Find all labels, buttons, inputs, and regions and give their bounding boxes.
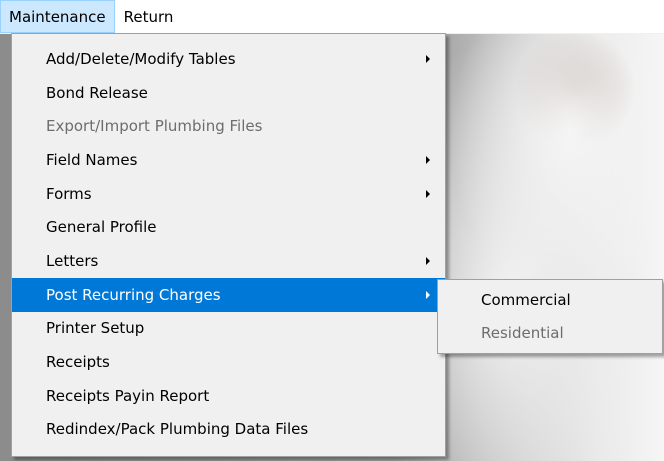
menu-item-export-import-plumbing-files: Export/Import Plumbing Files bbox=[12, 109, 445, 143]
menu-item-label: Add/Delete/Modify Tables bbox=[46, 49, 236, 68]
menu-item-forms[interactable]: Forms bbox=[12, 177, 445, 211]
menu-item-printer-setup[interactable]: Printer Setup bbox=[12, 312, 445, 346]
menu-item-label: Printer Setup bbox=[46, 319, 145, 338]
menu-item-add-delete-modify-tables[interactable]: Add/Delete/Modify Tables bbox=[12, 42, 445, 76]
menu-item-label: Redindex/Pack Plumbing Data Files bbox=[46, 420, 309, 439]
menu-return[interactable]: Return bbox=[115, 0, 183, 33]
menu-item-label: Receipts Payin Report bbox=[46, 386, 210, 405]
menu-item-field-names[interactable]: Field Names bbox=[12, 143, 445, 177]
maintenance-dropdown: Add/Delete/Modify Tables Bond Release Ex… bbox=[11, 33, 446, 457]
submenu-arrow-icon bbox=[426, 155, 430, 164]
menu-item-label: Letters bbox=[46, 251, 99, 270]
menu-item-label: Bond Release bbox=[46, 83, 148, 102]
submenu-item-label: Commercial bbox=[481, 290, 571, 309]
menu-item-receipts-payin-report[interactable]: Receipts Payin Report bbox=[12, 379, 445, 413]
menu-item-label: Field Names bbox=[46, 150, 138, 169]
menu-item-label: Post Recurring Charges bbox=[46, 285, 221, 304]
menu-item-receipts[interactable]: Receipts bbox=[12, 345, 445, 379]
submenu-item-label: Residential bbox=[481, 323, 564, 342]
menu-maintenance[interactable]: Maintenance bbox=[0, 0, 115, 33]
submenu-item-residential: Residential bbox=[438, 316, 662, 349]
menu-item-label: Forms bbox=[46, 184, 92, 203]
menu-item-bond-release[interactable]: Bond Release bbox=[12, 76, 445, 110]
menu-item-label: Export/Import Plumbing Files bbox=[46, 117, 263, 136]
submenu-arrow-icon bbox=[426, 256, 430, 265]
menu-item-letters[interactable]: Letters bbox=[12, 244, 445, 278]
submenu-item-commercial[interactable]: Commercial bbox=[438, 283, 662, 316]
menu-item-label: General Profile bbox=[46, 218, 157, 237]
submenu-arrow-icon bbox=[426, 189, 430, 198]
menu-item-post-recurring-charges[interactable]: Post Recurring Charges bbox=[12, 277, 445, 312]
menu-item-redindex-pack-plumbing-data-files[interactable]: Redindex/Pack Plumbing Data Files bbox=[12, 413, 445, 447]
menu-item-general-profile[interactable]: General Profile bbox=[12, 210, 445, 244]
submenu-arrow-icon bbox=[426, 54, 430, 63]
post-recurring-charges-submenu: Commercial Residential bbox=[437, 279, 663, 354]
menu-item-label: Receipts bbox=[46, 353, 110, 372]
submenu-arrow-icon bbox=[426, 290, 430, 299]
menubar: Maintenance Return bbox=[0, 0, 664, 34]
